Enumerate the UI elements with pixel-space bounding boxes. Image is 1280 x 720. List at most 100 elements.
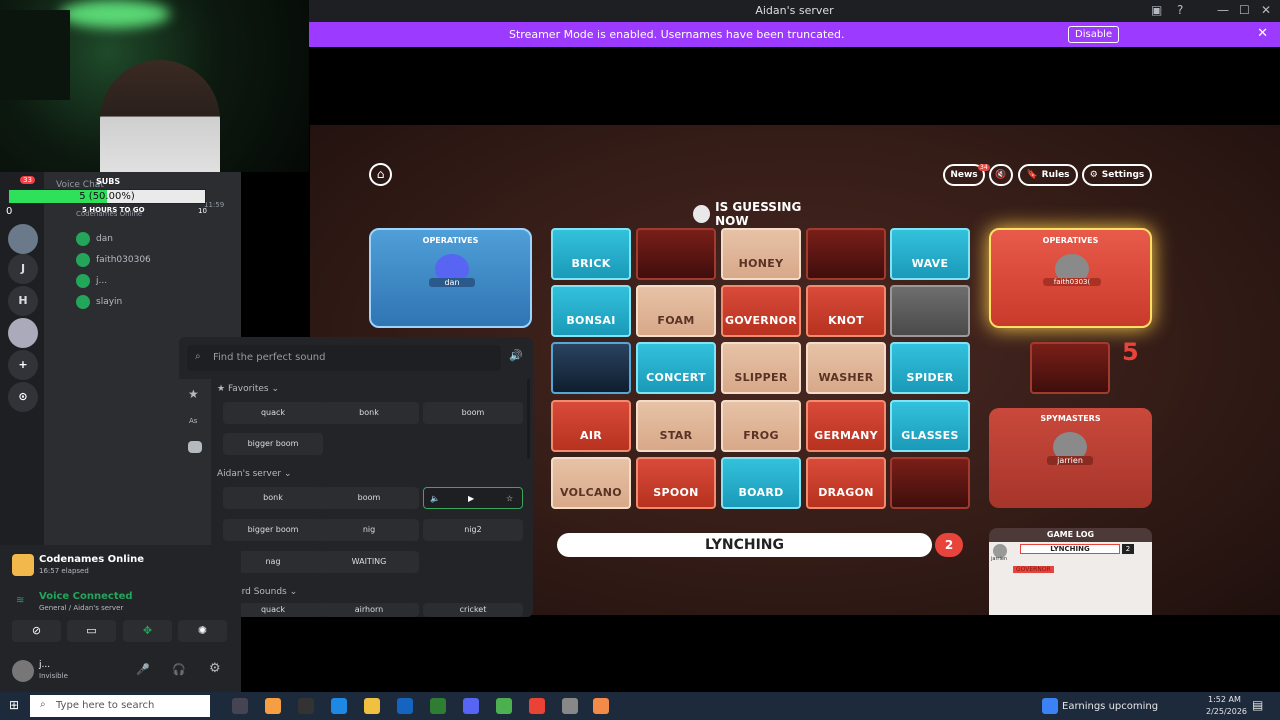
discover-icon[interactable]: ⊙ — [8, 382, 38, 412]
voice-member[interactable]: dan — [76, 230, 236, 248]
file-explorer-icon[interactable] — [364, 698, 380, 714]
word-card[interactable]: SPIDER — [890, 342, 970, 394]
sound-button[interactable]: bonk — [319, 402, 419, 424]
server-icon[interactable] — [8, 224, 38, 254]
discord-category-icon[interactable] — [188, 441, 202, 453]
app-icon[interactable] — [298, 698, 314, 714]
server-category-icon[interactable]: As — [189, 417, 197, 425]
sound-button[interactable]: WAITING — [319, 551, 419, 573]
favorites-header[interactable]: ★ Favorites ⌄ — [217, 384, 279, 394]
sound-button[interactable]: bigger boom — [223, 433, 323, 455]
xbox-icon[interactable] — [496, 698, 512, 714]
activities-button[interactable]: ✥ — [123, 620, 172, 642]
preview-volume-icon[interactable]: 🔈 — [430, 488, 440, 510]
maximize-button[interactable]: ☐ — [1239, 3, 1250, 17]
voice-member[interactable]: faith030306 — [76, 251, 236, 269]
mute-button[interactable]: 🔇 — [989, 164, 1013, 186]
news-widget-icon[interactable] — [1042, 698, 1058, 714]
disable-button[interactable]: Disable — [1068, 26, 1120, 43]
avatar[interactable] — [12, 660, 34, 682]
sound-search-input[interactable]: Find the perfect sound — [187, 345, 501, 371]
word-card[interactable]: GERMANY — [806, 400, 886, 452]
mic-icon[interactable]: 🎤 — [136, 663, 150, 676]
close-button[interactable]: ✕ — [1261, 3, 1271, 17]
word-card[interactable]: GLASSES — [890, 400, 970, 452]
word-card[interactable]: BRICK — [551, 228, 631, 280]
rules-button[interactable]: 🔖 Rules — [1018, 164, 1078, 186]
word-card[interactable]: WASHER — [806, 342, 886, 394]
sound-button[interactable]: boom — [423, 402, 523, 424]
task-view-icon[interactable] — [232, 698, 248, 714]
edge-icon[interactable] — [331, 698, 347, 714]
word-card[interactable]: KNOT — [806, 285, 886, 337]
word-card[interactable]: WAVE — [890, 228, 970, 280]
notification-icon[interactable]: ▤ — [1252, 698, 1263, 712]
word-card[interactable]: HONEY — [721, 228, 801, 280]
sound-button[interactable]: airhorn — [319, 603, 419, 617]
sound-button[interactable]: boom — [319, 487, 419, 509]
scrollbar[interactable] — [527, 379, 530, 459]
clock-date[interactable]: 2/25/2026 — [1206, 707, 1247, 716]
soundboard-button[interactable]: ✺ — [178, 620, 227, 642]
word-card[interactable] — [551, 342, 631, 394]
play-icon[interactable]: ▶ — [468, 488, 474, 510]
word-card[interactable]: SPOON — [636, 457, 716, 509]
copilot-icon[interactable] — [265, 698, 281, 714]
word-card[interactable] — [890, 457, 970, 509]
minimize-button[interactable]: — — [1217, 3, 1229, 17]
word-card[interactable] — [890, 285, 970, 337]
sound-button[interactable]: bonk — [223, 487, 323, 509]
windows-start-icon[interactable]: ⊞ — [9, 698, 19, 712]
word-card[interactable]: SLIPPER — [721, 342, 801, 394]
sound-button[interactable]: cricket — [423, 603, 523, 617]
screen-share-button[interactable]: ▭ — [67, 620, 116, 642]
sound-button[interactable]: bigger boom — [223, 519, 323, 541]
word-card[interactable] — [636, 228, 716, 280]
activity-title: Codenames Online — [39, 554, 145, 565]
word-card[interactable]: VOLCANO — [551, 457, 631, 509]
sound-button[interactable]: nig — [319, 519, 419, 541]
word-card[interactable]: BONSAI — [551, 285, 631, 337]
chrome-icon[interactable] — [529, 698, 545, 714]
voice-member[interactable]: j... — [76, 272, 236, 290]
headphones-icon[interactable]: 🎧 — [172, 663, 186, 676]
clock-time[interactable]: 1:52 AM — [1208, 695, 1241, 704]
taskbar-search-input[interactable]: Type here to search — [30, 695, 210, 717]
word-card[interactable] — [806, 228, 886, 280]
game-log: jarrien LYNCHING 2 GOVERNOR — [989, 542, 1152, 615]
close-banner-icon[interactable]: ✕ — [1257, 26, 1268, 41]
word-card[interactable]: GOVERNOR — [721, 285, 801, 337]
word-card[interactable]: DRAGON — [806, 457, 886, 509]
word-card[interactable]: CONCERT — [636, 342, 716, 394]
server-icon-j[interactable]: J — [8, 254, 38, 284]
sound-button-hovered[interactable]: 🔈 ▶ ☆ — [423, 487, 523, 509]
sound-button[interactable]: nig2 — [423, 519, 523, 541]
server-header[interactable]: Aidan's server ⌄ — [217, 469, 292, 479]
excel-icon[interactable] — [430, 698, 446, 714]
voice-member[interactable]: slayin — [76, 293, 236, 311]
settings-gear-icon[interactable]: ⚙ — [209, 661, 221, 676]
home-button[interactable]: ⌂ — [369, 163, 392, 186]
settings-button[interactable]: ⚙ Settings — [1082, 164, 1152, 186]
camera-off-button[interactable]: ⊘ — [12, 620, 61, 642]
outlook-icon[interactable] — [397, 698, 413, 714]
word-card[interactable]: AIR — [551, 400, 631, 452]
add-server-icon[interactable]: + — [8, 350, 38, 380]
discord-icon[interactable] — [463, 698, 479, 714]
obs-icon[interactable] — [593, 698, 609, 714]
count-badge: 33 — [20, 176, 35, 184]
news-widget-text[interactable]: Earnings upcoming — [1062, 701, 1158, 712]
favorite-star-icon[interactable]: ☆ — [506, 488, 513, 510]
server-icon-image[interactable] — [8, 318, 38, 348]
sound-button[interactable]: quack — [223, 402, 323, 424]
volume-icon[interactable]: 🔊 — [509, 349, 523, 362]
word-card[interactable]: BOARD — [721, 457, 801, 509]
word-card[interactable]: FROG — [721, 400, 801, 452]
help-icon[interactable]: ? — [1177, 3, 1183, 17]
inbox-icon[interactable]: ▣ — [1151, 3, 1162, 17]
favorites-star-icon[interactable]: ★ — [188, 387, 199, 401]
word-card[interactable]: STAR — [636, 400, 716, 452]
app-icon-2[interactable] — [562, 698, 578, 714]
word-card[interactable]: FOAM — [636, 285, 716, 337]
server-icon-h[interactable]: H — [8, 286, 38, 316]
